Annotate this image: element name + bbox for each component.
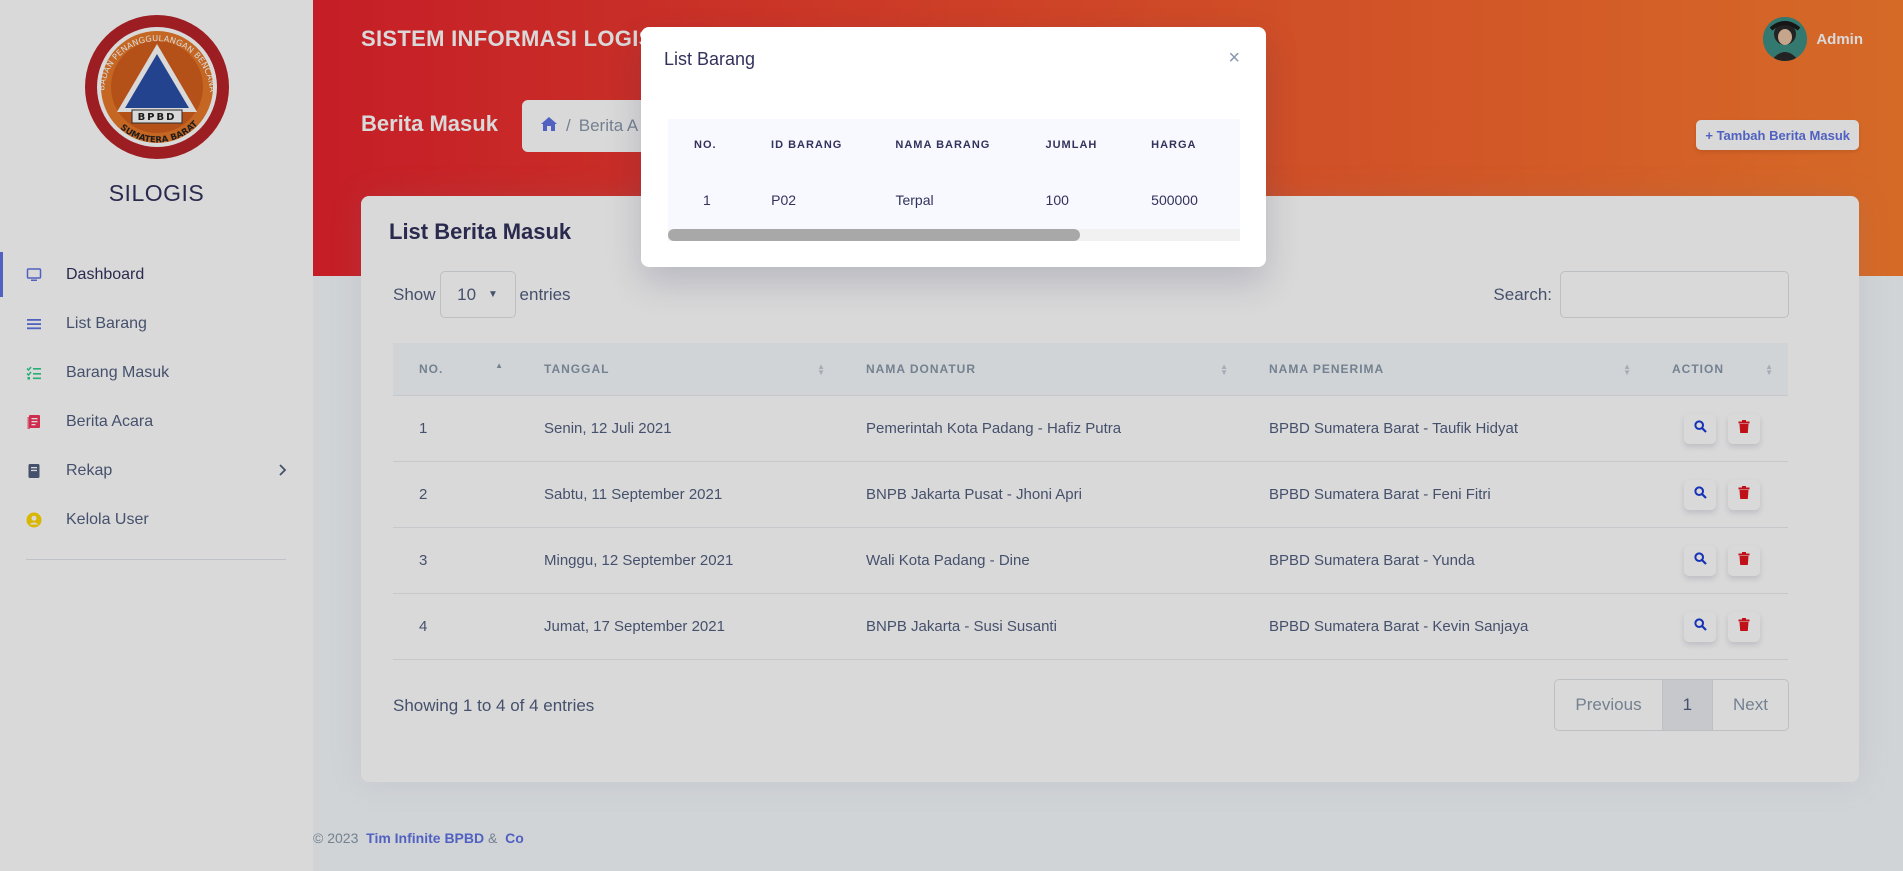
column-header-id-barang: ID BARANG [771,138,843,151]
horizontal-scrollbar[interactable] [668,229,1240,241]
table-row: 1 P02 Terpal 100 500000 [668,170,1240,230]
close-icon[interactable]: × [1228,47,1240,70]
scrollbar-thumb[interactable] [668,229,1080,241]
cell-harga: 500000 [1151,192,1198,208]
column-header-no: NO. [694,138,717,151]
column-header-jumlah: JUMLAH [1045,138,1098,151]
cell-no: 1 [703,192,711,208]
cell-id-barang: P02 [771,192,797,208]
column-header-harga: HARGA [1151,138,1197,151]
table-header: NO. ID BARANG NAMA BARANG JUMLAH HARGA [668,119,1240,170]
modal-title: List Barang [664,49,756,69]
column-header-nama-barang: NAMA BARANG [895,138,991,151]
list-barang-modal: List Barang × NO. ID BARANG NAMA BARANG … [641,27,1266,267]
cell-jumlah: 100 [1045,192,1069,208]
cell-nama-barang: Terpal [895,192,934,208]
barang-table: NO. ID BARANG NAMA BARANG JUMLAH HARGA 1… [668,119,1240,241]
